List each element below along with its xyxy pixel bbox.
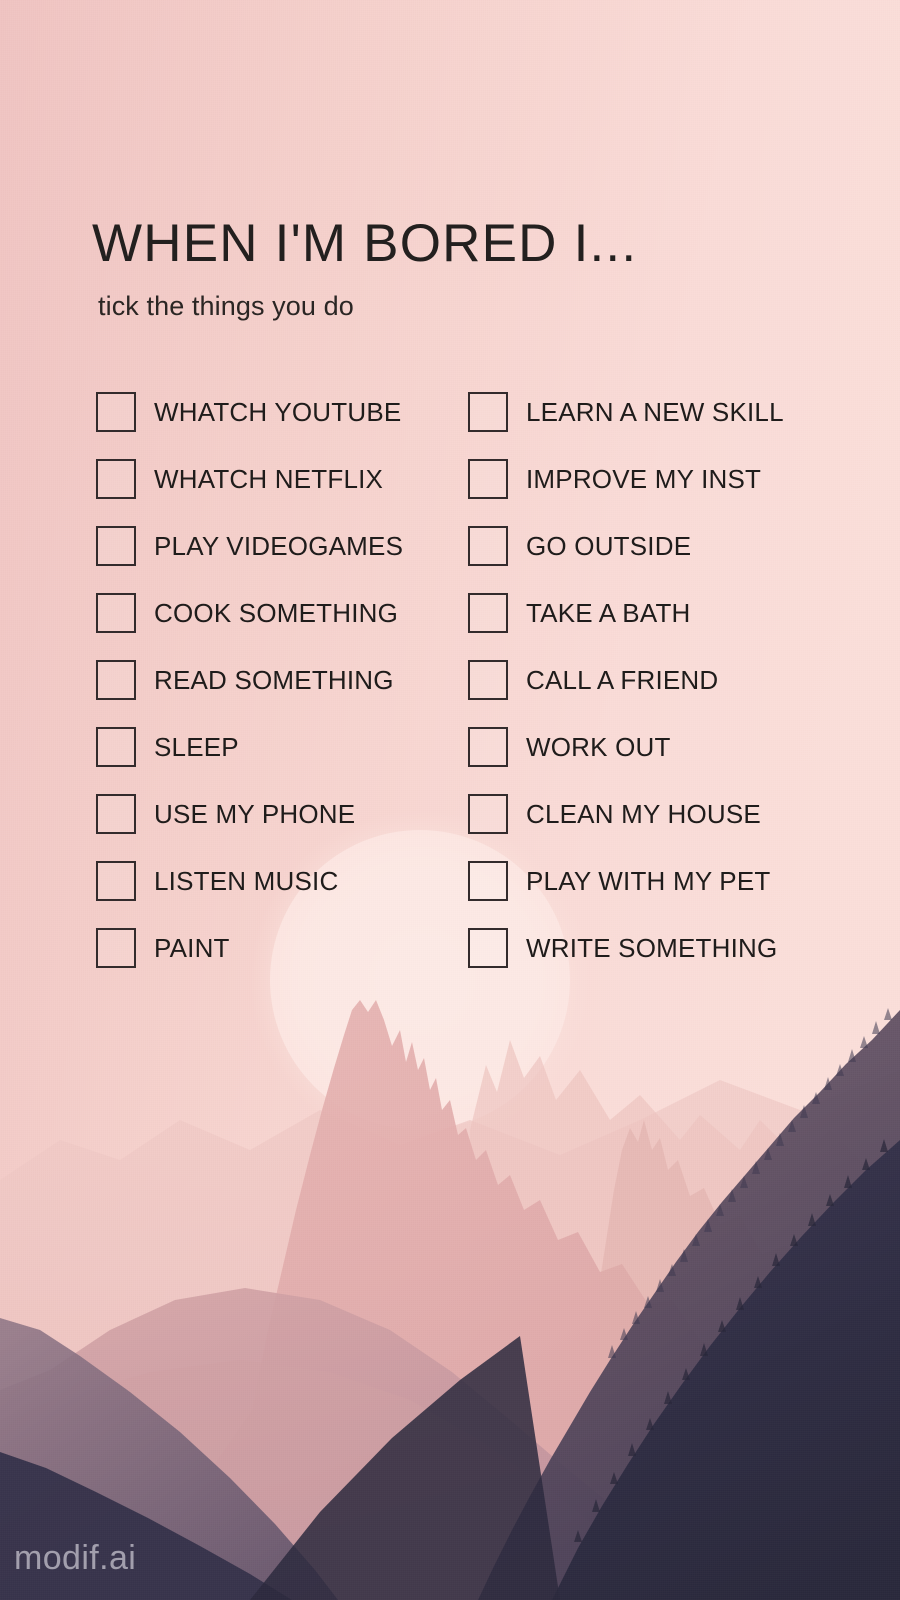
- checklist-row[interactable]: WORK OUT: [468, 723, 784, 771]
- checklist-item-label: PLAY VIDEOGAMES: [154, 530, 404, 561]
- checkbox-icon[interactable]: [96, 727, 136, 767]
- checkbox-icon[interactable]: [468, 861, 508, 901]
- checklist-row[interactable]: LISTEN MUSIC: [96, 857, 403, 905]
- checklist-row[interactable]: PAINT: [96, 924, 403, 972]
- poster-canvas: WHEN I'M BORED I... tick the things you …: [0, 0, 900, 1600]
- checklist-row[interactable]: CLEAN MY HOUSE: [468, 790, 784, 838]
- checklist-item-label: WORK OUT: [526, 731, 671, 762]
- checklist-column-right: LEARN A NEW SKILL IMPROVE MY INST GO OUTSI…: [468, 388, 784, 991]
- checklist-item-label: GO OUTSIDE: [526, 530, 692, 561]
- checklist-item-label: USE MY PHONE: [154, 798, 356, 829]
- checklist-row[interactable]: IMPROVE MY INST: [468, 455, 784, 503]
- checklist-row[interactable]: WHATCH NETFLIX: [96, 455, 403, 503]
- checklist-item-label: PAINT: [154, 932, 230, 963]
- checklist-item-label: SLEEP: [154, 731, 239, 762]
- checkbox-icon[interactable]: [96, 459, 136, 499]
- checkbox-icon[interactable]: [96, 660, 136, 700]
- checklist-row[interactable]: READ SOMETHING: [96, 656, 403, 704]
- checklist-item-label: CLEAN MY HOUSE: [526, 798, 761, 829]
- checkbox-icon[interactable]: [468, 928, 508, 968]
- checkbox-icon[interactable]: [96, 526, 136, 566]
- heading-block: WHEN I'M BORED I... tick the things you …: [92, 216, 637, 322]
- checklist-row[interactable]: SLEEP: [96, 723, 403, 771]
- checklist-item-label: CALL A FRIEND: [526, 664, 719, 695]
- checklist-item-label: TAKE A BATH: [526, 597, 691, 628]
- checklist-item-label: LISTEN MUSIC: [154, 865, 339, 896]
- checkbox-icon[interactable]: [96, 392, 136, 432]
- checklist-item-label: LEARN A NEW SKILL: [526, 396, 784, 427]
- checkbox-icon[interactable]: [468, 727, 508, 767]
- checklist-item-label: PLAY WITH MY PET: [526, 865, 771, 896]
- checklist-item-label: WHATCH YOUTUBE: [154, 396, 402, 427]
- checkbox-icon[interactable]: [468, 794, 508, 834]
- checklist-row[interactable]: CALL A FRIEND: [468, 656, 784, 704]
- checkbox-icon[interactable]: [96, 794, 136, 834]
- checklist-item-label: WRITE SOMETHING: [526, 932, 778, 963]
- checkbox-icon[interactable]: [468, 593, 508, 633]
- checklist-item-label: READ SOMETHING: [154, 664, 394, 695]
- checkbox-icon[interactable]: [96, 928, 136, 968]
- checklist-row[interactable]: USE MY PHONE: [96, 790, 403, 838]
- checklist-item-label: WHATCH NETFLIX: [154, 463, 384, 494]
- checklist-row[interactable]: WHATCH YOUTUBE: [96, 388, 403, 436]
- page-title: WHEN I'M BORED I...: [92, 214, 638, 273]
- checklist-column-left: WHATCH YOUTUBE WHATCH NETFLIX PLAY VIDEOGA…: [96, 388, 403, 991]
- checklist-item-label: IMPROVE MY INST: [526, 463, 762, 494]
- checkbox-icon[interactable]: [468, 526, 508, 566]
- checkbox-icon[interactable]: [96, 593, 136, 633]
- page-subtitle: tick the things you do: [98, 291, 354, 322]
- checklist-row[interactable]: LEARN A NEW SKILL: [468, 388, 784, 436]
- checklist-row[interactable]: PLAY WITH MY PET: [468, 857, 784, 905]
- checklist-row[interactable]: GO OUTSIDE: [468, 522, 784, 570]
- checkbox-icon[interactable]: [468, 459, 508, 499]
- checkbox-icon[interactable]: [96, 861, 136, 901]
- checklist-item-label: COOK SOMETHING: [154, 597, 399, 628]
- checkbox-icon[interactable]: [468, 392, 508, 432]
- checklist-row[interactable]: WRITE SOMETHING: [468, 924, 784, 972]
- watermark: modif.ai: [14, 1539, 137, 1577]
- checklist-row[interactable]: COOK SOMETHING: [96, 589, 403, 637]
- checkbox-icon[interactable]: [468, 660, 508, 700]
- checklist-row[interactable]: PLAY VIDEOGAMES: [96, 522, 403, 570]
- checklist-row[interactable]: TAKE A BATH: [468, 589, 784, 637]
